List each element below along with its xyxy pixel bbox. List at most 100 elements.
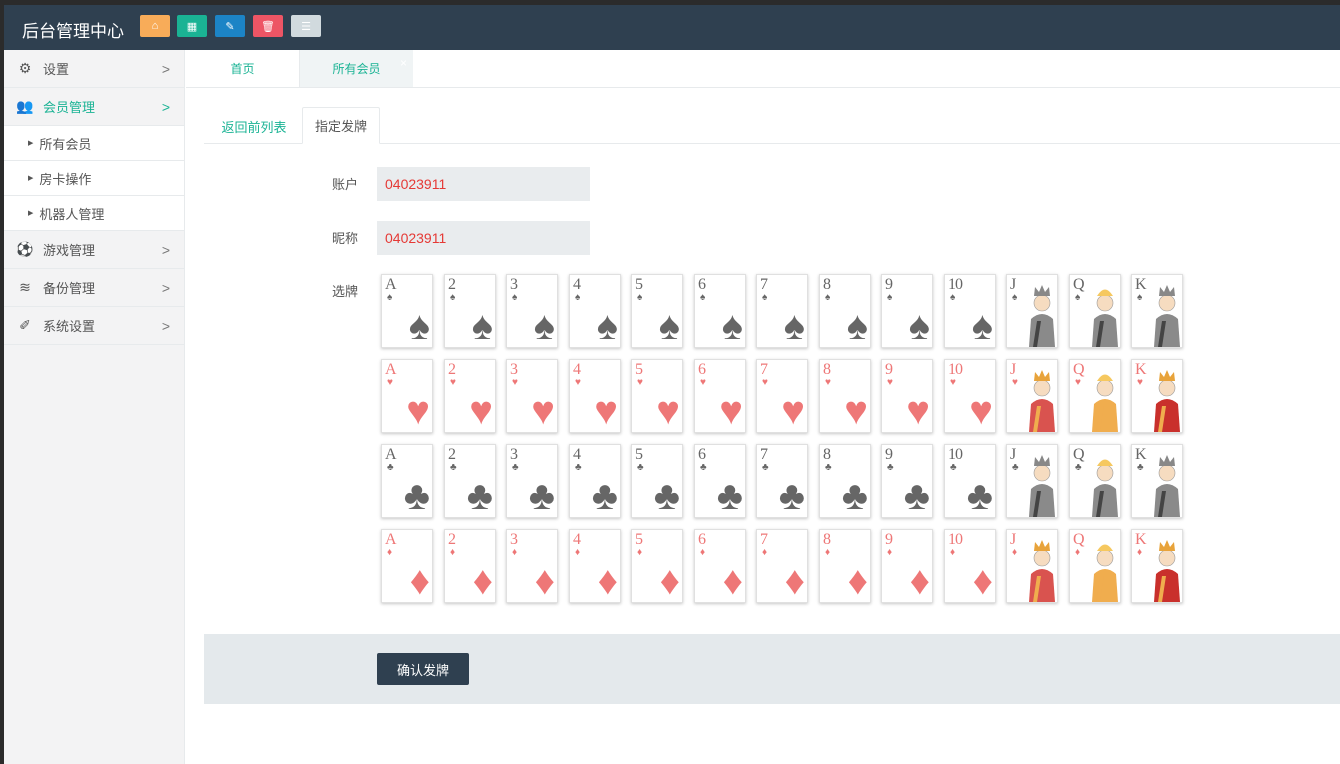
diamonds-icon: ♦ xyxy=(387,547,393,558)
diamonds-icon: ♦ xyxy=(637,547,643,558)
spades-icon: ♠ xyxy=(825,292,831,303)
diamonds-large-icon: ♦ xyxy=(409,559,430,603)
card-rank: J xyxy=(1010,531,1016,548)
card-4-of-clubs[interactable]: 4 ♣ ♣ xyxy=(569,444,621,518)
card-6-of-clubs[interactable]: 6 ♣ ♣ xyxy=(694,444,746,518)
card-5-of-hearts[interactable]: 5 ♥ ♥ xyxy=(631,359,683,433)
close-icon[interactable]: × xyxy=(400,56,407,70)
card-rank: 9 xyxy=(885,361,893,378)
card-rank: 10 xyxy=(948,361,963,378)
card-k-of-spades[interactable]: K ♠ xyxy=(1131,274,1183,348)
sidebar-item-settings[interactable]: ⚙ 设置 > xyxy=(4,50,184,88)
card-8-of-diamonds[interactable]: 8 ♦ ♦ xyxy=(819,529,871,603)
card-3-of-spades[interactable]: 3 ♠ ♠ xyxy=(506,274,558,348)
sidebar-subitem-all-members[interactable]: ▶ 所有会员 xyxy=(4,126,184,161)
spades-icon: ♠ xyxy=(1075,292,1081,303)
card-2-of-spades[interactable]: 2 ♠ ♠ xyxy=(444,274,496,348)
card-k-of-clubs[interactable]: K ♣ xyxy=(1131,444,1183,518)
card-8-of-clubs[interactable]: 8 ♣ ♣ xyxy=(819,444,871,518)
sidebar-subitem-room-card[interactable]: ▶ 房卡操作 xyxy=(4,161,184,196)
card-3-of-hearts[interactable]: 3 ♥ ♥ xyxy=(506,359,558,433)
card-6-of-hearts[interactable]: 6 ♥ ♥ xyxy=(694,359,746,433)
card-rank: 7 xyxy=(760,361,768,378)
card-j-of-spades[interactable]: J ♠ xyxy=(1006,274,1058,348)
account-field[interactable] xyxy=(377,167,590,201)
card-a-of-spades[interactable]: A ♠ ♠ xyxy=(381,274,433,348)
card-9-of-diamonds[interactable]: 9 ♦ ♦ xyxy=(881,529,933,603)
card-5-of-spades[interactable]: 5 ♠ ♠ xyxy=(631,274,683,348)
card-7-of-hearts[interactable]: 7 ♥ ♥ xyxy=(756,359,808,433)
card-q-of-spades[interactable]: Q ♠ xyxy=(1069,274,1121,348)
card-3-of-diamonds[interactable]: 3 ♦ ♦ xyxy=(506,529,558,603)
card-10-of-clubs[interactable]: 10 ♣ ♣ xyxy=(944,444,996,518)
tab-assign-cards[interactable]: 指定发牌 xyxy=(302,107,380,144)
tab-all-members[interactable]: 所有会员 × xyxy=(300,50,413,87)
clubs-large-icon: ♣ xyxy=(966,474,993,518)
card-rank: A xyxy=(385,446,397,463)
card-4-of-hearts[interactable]: 4 ♥ ♥ xyxy=(569,359,621,433)
list-button[interactable]: ☰ xyxy=(291,15,321,37)
sidebar-item-member-management[interactable]: 👥 会员管理 > xyxy=(4,88,184,126)
trash-button[interactable]: 🗑 xyxy=(253,15,283,37)
sidebar-subitem-robot-management[interactable]: ▶ 机器人管理 xyxy=(4,196,184,231)
sidebar-item-system-settings[interactable]: ✐ 系统设置 > xyxy=(4,307,184,345)
hearts-large-icon: ♥ xyxy=(781,389,805,433)
sidebar-item-backup-management[interactable]: ≋ 备份管理 > xyxy=(4,269,184,307)
card-q-of-hearts[interactable]: Q ♥ xyxy=(1069,359,1121,433)
card-2-of-clubs[interactable]: 2 ♣ ♣ xyxy=(444,444,496,518)
grid-button[interactable]: ▦ xyxy=(177,15,207,37)
nickname-field[interactable] xyxy=(377,221,590,255)
card-8-of-spades[interactable]: 8 ♠ ♠ xyxy=(819,274,871,348)
card-j-of-diamonds[interactable]: J ♦ xyxy=(1006,529,1058,603)
tab-back-to-list[interactable]: 返回前列表 xyxy=(212,108,296,144)
select-cards-label: 选牌 xyxy=(332,284,359,299)
card-2-of-diamonds[interactable]: 2 ♦ ♦ xyxy=(444,529,496,603)
card-7-of-clubs[interactable]: 7 ♣ ♣ xyxy=(756,444,808,518)
hearts-large-icon: ♥ xyxy=(531,389,555,433)
card-j-of-hearts[interactable]: J ♥ xyxy=(1006,359,1058,433)
card-3-of-clubs[interactable]: 3 ♣ ♣ xyxy=(506,444,558,518)
diamonds-large-icon: ♦ xyxy=(784,559,805,603)
card-rank: 4 xyxy=(573,531,581,548)
card-rank: 2 xyxy=(448,361,456,378)
card-9-of-hearts[interactable]: 9 ♥ ♥ xyxy=(881,359,933,433)
card-5-of-diamonds[interactable]: 5 ♦ ♦ xyxy=(631,529,683,603)
card-9-of-spades[interactable]: 9 ♠ ♠ xyxy=(881,274,933,348)
card-4-of-spades[interactable]: 4 ♠ ♠ xyxy=(569,274,621,348)
home-button[interactable]: ⌂ xyxy=(140,15,170,37)
card-6-of-spades[interactable]: 6 ♠ ♠ xyxy=(694,274,746,348)
card-7-of-spades[interactable]: 7 ♠ ♠ xyxy=(756,274,808,348)
card-rank: 4 xyxy=(573,446,581,463)
card-2-of-hearts[interactable]: 2 ♥ ♥ xyxy=(444,359,496,433)
database-icon: ≋ xyxy=(19,279,31,295)
card-9-of-clubs[interactable]: 9 ♣ ♣ xyxy=(881,444,933,518)
card-a-of-diamonds[interactable]: A ♦ ♦ xyxy=(381,529,433,603)
spades-icon: ♠ xyxy=(575,292,581,303)
pencil-button[interactable]: ✎ xyxy=(215,15,245,37)
card-j-of-clubs[interactable]: J ♣ xyxy=(1006,444,1058,518)
card-q-of-diamonds[interactable]: Q ♦ xyxy=(1069,529,1121,603)
card-10-of-hearts[interactable]: 10 ♥ ♥ xyxy=(944,359,996,433)
diamonds-large-icon: ♦ xyxy=(659,559,680,603)
card-4-of-diamonds[interactable]: 4 ♦ ♦ xyxy=(569,529,621,603)
card-q-of-clubs[interactable]: Q ♣ xyxy=(1069,444,1121,518)
card-a-of-hearts[interactable]: A ♥ ♥ xyxy=(381,359,433,433)
tab-home[interactable]: 首页 xyxy=(186,50,300,87)
sidebar-item-game-management[interactable]: ⚽ 游戏管理 > xyxy=(4,231,184,269)
card-5-of-clubs[interactable]: 5 ♣ ♣ xyxy=(631,444,683,518)
clubs-icon: ♣ xyxy=(887,462,894,473)
card-6-of-diamonds[interactable]: 6 ♦ ♦ xyxy=(694,529,746,603)
card-k-of-diamonds[interactable]: K ♦ xyxy=(1131,529,1183,603)
card-a-of-clubs[interactable]: A ♣ ♣ xyxy=(381,444,433,518)
card-10-of-diamonds[interactable]: 10 ♦ ♦ xyxy=(944,529,996,603)
spades-icon: ♠ xyxy=(1012,292,1018,303)
card-7-of-diamonds[interactable]: 7 ♦ ♦ xyxy=(756,529,808,603)
card-10-of-spades[interactable]: 10 ♠ ♠ xyxy=(944,274,996,348)
hearts-icon: ♥ xyxy=(637,377,643,388)
card-k-of-hearts[interactable]: K ♥ xyxy=(1131,359,1183,433)
tab-label: 指定发牌 xyxy=(314,119,367,134)
card-8-of-hearts[interactable]: 8 ♥ ♥ xyxy=(819,359,871,433)
confirm-deal-button[interactable]: 确认发牌 xyxy=(377,653,469,685)
hearts-icon: ♥ xyxy=(887,377,893,388)
diamonds-icon: ♦ xyxy=(950,547,956,558)
